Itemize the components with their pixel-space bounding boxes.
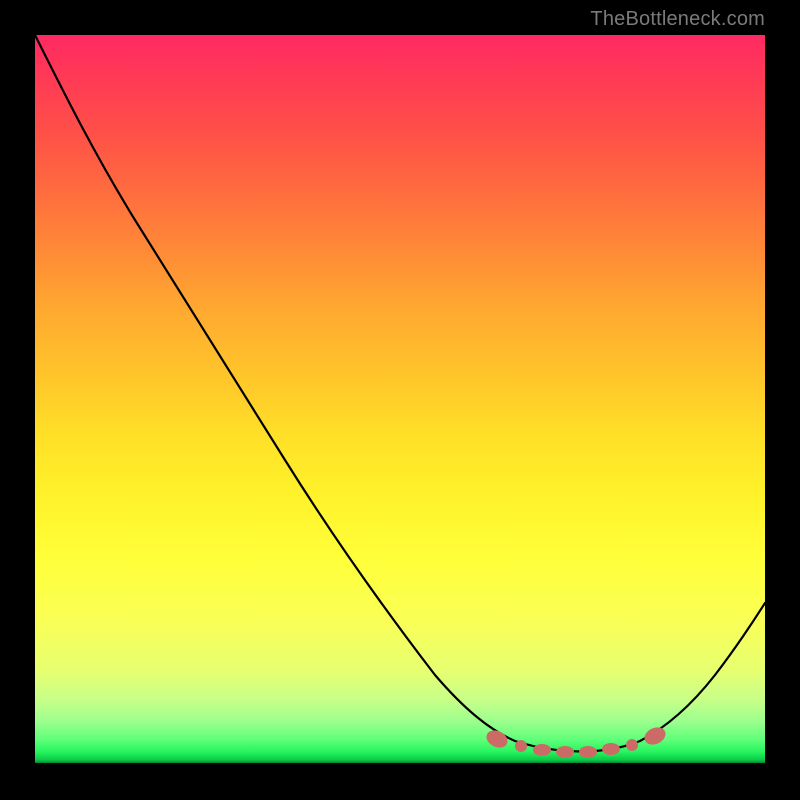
marker-dot [556, 746, 574, 758]
chart-frame: TheBottleneck.com [0, 0, 800, 800]
marker-dot [515, 740, 527, 752]
marker-dot [602, 743, 620, 755]
marker-dot [626, 739, 638, 751]
marker-dot [484, 727, 511, 751]
curve-layer [35, 35, 765, 765]
marker-dot [533, 744, 551, 756]
watermark-text: TheBottleneck.com [590, 8, 765, 31]
bottleneck-curve [35, 35, 765, 752]
plot-area [35, 35, 765, 765]
marker-dot [642, 724, 669, 748]
marker-dot [579, 746, 597, 758]
